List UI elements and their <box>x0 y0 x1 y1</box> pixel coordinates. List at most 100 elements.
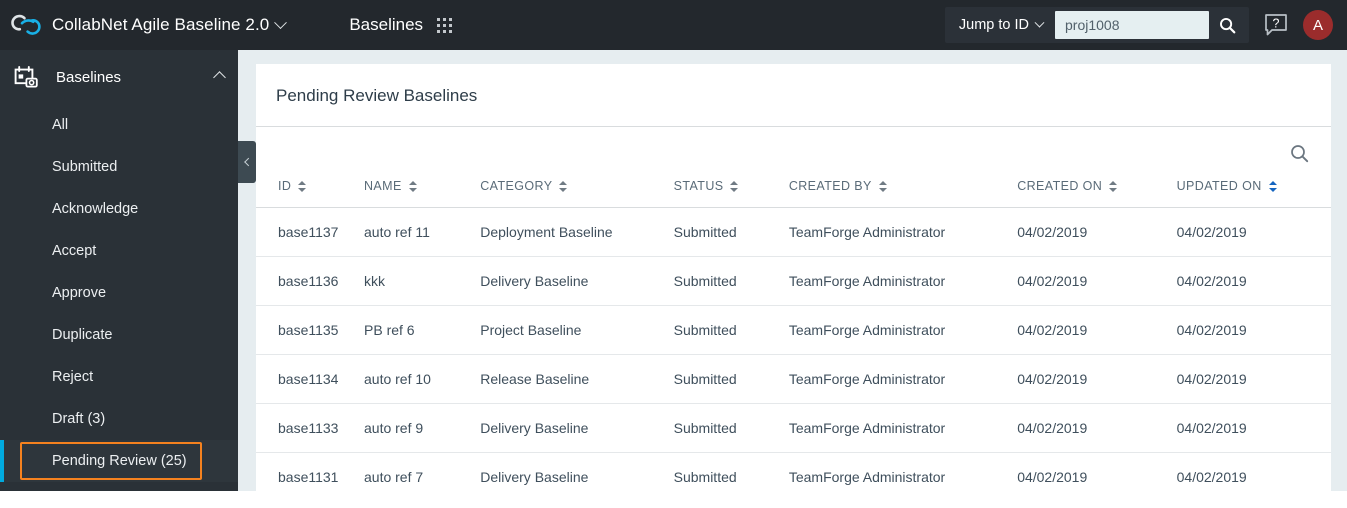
sidebar-item-label: Pending Review (25) <box>52 453 187 469</box>
cell-category: Delivery Baseline <box>480 452 674 491</box>
table-body: base1137 auto ref 11 Deployment Baseline… <box>256 207 1331 491</box>
table-search-button[interactable] <box>1290 144 1309 163</box>
table-row[interactable]: base1137 auto ref 11 Deployment Baseline… <box>256 207 1331 257</box>
sort-icon[interactable] <box>878 180 888 192</box>
app-title-dropdown[interactable]: CollabNet Agile Baseline 2.0 <box>52 15 288 35</box>
sidebar-item-label: Draft (3) <box>52 411 106 427</box>
column-header-name[interactable]: NAME <box>364 179 481 208</box>
column-label: STATUS <box>673 179 724 193</box>
cell-name: PB ref 6 <box>364 305 481 355</box>
main-content: Pending Review Baselines ID NAME CATEGOR… <box>238 50 1347 491</box>
sidebar-item-submitted[interactable]: Submitted <box>0 146 238 188</box>
header-search-button[interactable] <box>1209 9 1245 41</box>
sort-icon[interactable] <box>298 180 307 192</box>
table-row[interactable]: base1136 kkk Delivery Baseline Submitted… <box>256 256 1331 306</box>
cell-id[interactable]: base1134 <box>256 354 364 404</box>
apps-grid-icon[interactable] <box>437 17 453 33</box>
jump-to-id-label: Jump to ID <box>958 17 1029 33</box>
cell-status: Submitted <box>673 305 789 355</box>
cell-updated-on: 04/02/2019 <box>1176 305 1331 355</box>
help-button[interactable]: ? <box>1263 12 1289 38</box>
sidebar-item-reject[interactable]: Reject <box>0 356 238 398</box>
cell-status: Submitted <box>673 256 789 306</box>
column-label: ID <box>278 179 292 193</box>
column-label: CREATED ON <box>1017 179 1103 193</box>
cell-updated-on: 04/02/2019 <box>1176 354 1331 404</box>
cell-created-by: TeamForge Administrator <box>788 452 1018 491</box>
table-row[interactable]: base1133 auto ref 9 Delivery Baseline Su… <box>256 403 1331 453</box>
sort-icon[interactable] <box>408 180 418 192</box>
jump-to-id-dropdown[interactable]: Jump to ID <box>959 17 1055 33</box>
cell-status: Submitted <box>673 354 789 404</box>
cell-id[interactable]: base1136 <box>256 256 364 306</box>
sidebar-collapse-handle[interactable] <box>238 141 256 183</box>
sidebar-item-label: Reject <box>52 369 94 385</box>
cell-category: Project Baseline <box>480 305 674 355</box>
search-icon <box>1219 17 1235 33</box>
sidebar-item-pending-review[interactable]: Pending Review (25) <box>0 440 238 482</box>
help-question-icon: ? <box>1265 14 1287 36</box>
sidebar-item-label: Acknowledge <box>52 201 139 217</box>
cell-name: auto ref 7 <box>364 452 481 491</box>
sidebar-item-label: Duplicate <box>52 327 113 343</box>
cell-id[interactable]: base1131 <box>256 452 364 491</box>
sort-icon[interactable] <box>1109 180 1118 192</box>
sidebar-item-list: All Submitted Acknowledge Accept Approve… <box>0 104 238 482</box>
top-header-bar: CollabNet Agile Baseline 2.0 Baselines J… <box>0 0 1347 50</box>
page-title: Pending Review Baselines <box>256 64 1331 127</box>
cell-created-on: 04/02/2019 <box>1017 305 1177 355</box>
cell-name: auto ref 10 <box>364 354 481 404</box>
sidebar-item-label: Approve <box>52 285 107 301</box>
chevron-up-icon[interactable] <box>213 70 226 84</box>
sidebar-item-duplicate[interactable]: Duplicate <box>0 314 238 356</box>
cell-updated-on: 04/02/2019 <box>1176 403 1331 453</box>
cell-category: Release Baseline <box>480 354 674 404</box>
sort-icon[interactable] <box>730 180 739 192</box>
cell-category: Delivery Baseline <box>480 256 674 306</box>
header-right-group: Jump to ID ? A <box>944 0 1347 50</box>
table-row[interactable]: base1131 auto ref 7 Delivery Baseline Su… <box>256 452 1331 491</box>
column-header-status[interactable]: STATUS <box>673 179 789 208</box>
cell-category: Delivery Baseline <box>480 403 674 453</box>
column-header-created-by[interactable]: CREATED BY <box>788 179 1018 208</box>
cell-updated-on: 04/02/2019 <box>1176 452 1331 491</box>
cell-updated-on: 04/02/2019 <box>1176 256 1331 306</box>
sidebar-item-approve[interactable]: Approve <box>0 272 238 314</box>
sort-icon-active[interactable] <box>1268 180 1278 192</box>
column-header-updated-on[interactable]: UPDATED ON <box>1176 179 1331 208</box>
sidebar-item-acknowledge[interactable]: Acknowledge <box>0 188 238 230</box>
column-label: CREATED BY <box>788 179 872 193</box>
cell-created-on: 04/02/2019 <box>1017 452 1177 491</box>
chevron-down-icon <box>274 15 288 29</box>
cell-created-on: 04/02/2019 <box>1017 256 1177 306</box>
baselines-table: ID NAME CATEGORY STATUS CREATED BY CREAT… <box>256 179 1331 491</box>
column-header-id[interactable]: ID <box>256 179 364 208</box>
app-logo[interactable] <box>0 0 52 50</box>
sidebar-item-draft[interactable]: Draft (3) <box>0 398 238 440</box>
jump-to-id-search-group: Jump to ID <box>944 7 1249 43</box>
column-header-category[interactable]: CATEGORY <box>480 179 674 208</box>
cell-created-on: 04/02/2019 <box>1017 354 1177 404</box>
sidebar-item-label: Submitted <box>52 159 118 175</box>
cell-id[interactable]: base1137 <box>256 207 364 257</box>
pending-review-card: Pending Review Baselines ID NAME CATEGOR… <box>256 64 1331 491</box>
cell-id[interactable]: base1133 <box>256 403 364 453</box>
avatar[interactable]: A <box>1303 10 1333 40</box>
chevron-left-icon <box>244 157 253 167</box>
table-row[interactable]: base1135 PB ref 6 Project Baseline Submi… <box>256 305 1331 355</box>
table-row[interactable]: base1134 auto ref 10 Release Baseline Su… <box>256 354 1331 404</box>
jump-to-id-input[interactable] <box>1055 11 1209 39</box>
chevron-down-icon <box>1034 17 1045 28</box>
column-header-created-on[interactable]: CREATED ON <box>1017 179 1177 208</box>
sidebar-item-all[interactable]: All <box>0 104 238 146</box>
cell-id[interactable]: base1135 <box>256 305 364 355</box>
cell-category: Deployment Baseline <box>480 207 674 257</box>
table-toolbar <box>256 127 1331 179</box>
cell-name: auto ref 9 <box>364 403 481 453</box>
sidebar-item-label: Accept <box>52 243 97 259</box>
sort-icon[interactable] <box>559 180 568 192</box>
cell-created-by: TeamForge Administrator <box>788 305 1018 355</box>
sidebar-group-baselines[interactable]: Baselines <box>0 50 238 104</box>
sidebar-item-accept[interactable]: Accept <box>0 230 238 272</box>
sidebar-group-label: Baselines <box>56 68 122 86</box>
